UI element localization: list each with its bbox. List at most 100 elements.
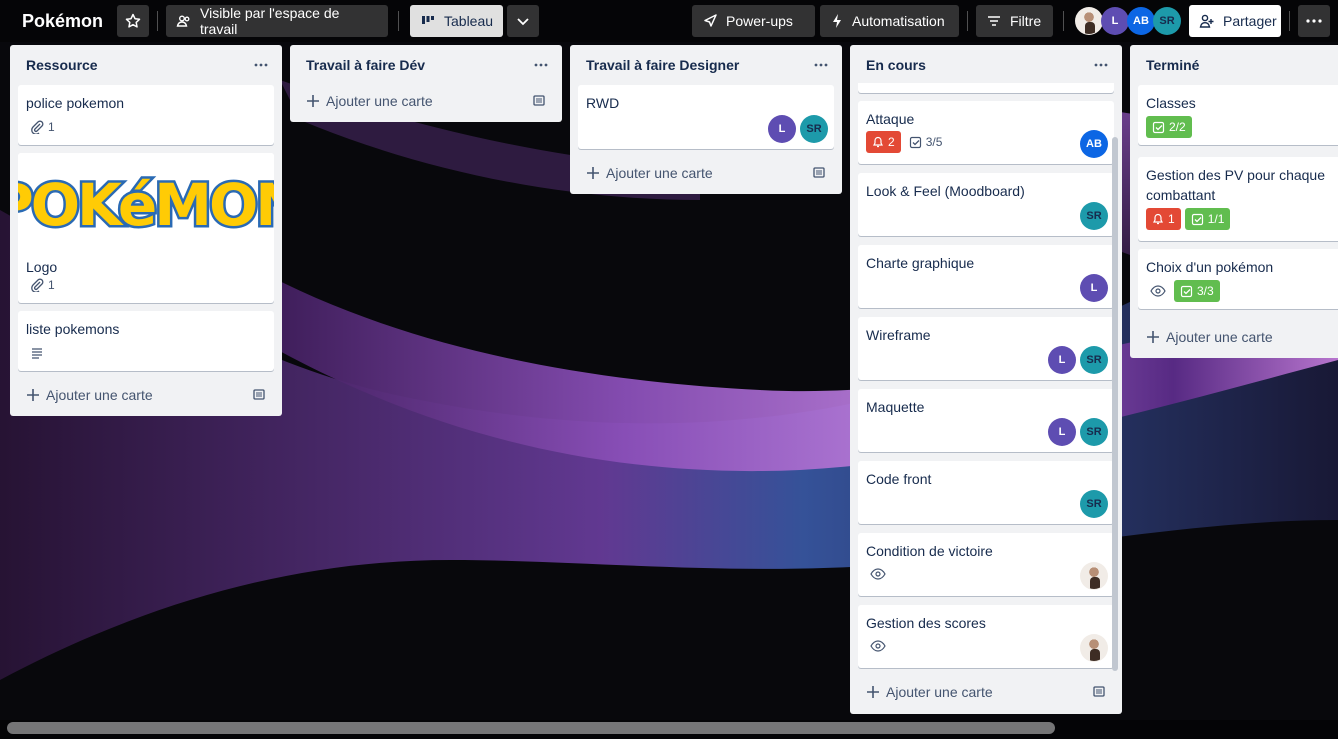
card[interactable]: Attaque 2 3/5 AB	[858, 101, 1114, 164]
list-travail-designer: Travail à faire Designer RWD L SR Ajoute…	[570, 45, 842, 194]
board-menu-button[interactable]	[1298, 5, 1330, 37]
share-button[interactable]: Partager	[1189, 5, 1281, 37]
add-card-button[interactable]: Ajouter une carte	[578, 159, 834, 187]
board-scrollbar-thumb[interactable]	[7, 722, 1055, 734]
list-menu-button[interactable]	[1092, 56, 1110, 74]
member-avatar-AB[interactable]: AB	[1127, 7, 1155, 35]
member-avatar-SR[interactable]: SR	[1080, 346, 1108, 374]
more-icon	[1094, 63, 1108, 67]
checklist-icon	[909, 136, 921, 148]
list-menu-button[interactable]	[252, 56, 270, 74]
card-members: L SR	[768, 115, 828, 143]
card-title: police pokemon	[26, 95, 125, 111]
add-card-label: Ajouter une carte	[326, 93, 433, 109]
member-avatar-SR[interactable]: SR	[1080, 202, 1108, 230]
card[interactable]: Look & Feel (Moodboard) SR	[858, 173, 1114, 236]
card-badges: 2 3/5	[866, 131, 946, 153]
card[interactable]: Code front SR	[858, 461, 1114, 524]
list-scrollbar[interactable]	[1112, 137, 1118, 671]
card[interactable]: Wireframe L SR	[858, 317, 1114, 380]
member-avatar-SR[interactable]: SR	[1080, 418, 1108, 446]
list-title[interactable]: Travail à faire Designer	[586, 57, 739, 73]
add-card-button[interactable]: Ajouter une carte	[298, 87, 554, 115]
member-avatar-photo[interactable]	[1080, 634, 1108, 662]
list-title[interactable]: En cours	[866, 57, 926, 73]
card[interactable]: Maquette L SR	[858, 389, 1114, 452]
member-avatar-photo[interactable]	[1075, 7, 1103, 35]
add-card-button[interactable]: Ajouter une carte	[18, 381, 274, 409]
list-title[interactable]: Ressource	[26, 57, 98, 73]
add-card-button[interactable]: Ajouter une carte	[1138, 323, 1338, 351]
view-label: Tableau	[444, 13, 494, 29]
power-ups-button[interactable]: Power-ups	[692, 5, 815, 37]
list-menu-button[interactable]	[812, 56, 830, 74]
member-avatar-L[interactable]: L	[1048, 418, 1076, 446]
create-from-template-button[interactable]	[532, 93, 546, 110]
plus-icon	[1147, 331, 1159, 343]
watching-badge	[1146, 280, 1170, 302]
filter-button[interactable]: Filtre	[976, 5, 1053, 37]
filter-icon	[986, 13, 1002, 29]
filter-label: Filtre	[1010, 13, 1042, 29]
member-avatar-photo[interactable]	[1080, 562, 1108, 590]
member-avatar-L[interactable]: L	[1048, 346, 1076, 374]
add-card-button[interactable]: Ajouter une carte	[858, 678, 1114, 706]
list-header: Travail à faire Designer	[570, 45, 842, 85]
member-avatar-SR[interactable]: SR	[1153, 7, 1181, 35]
checklist-count: 2/2	[1169, 120, 1186, 134]
star-button[interactable]	[117, 5, 149, 37]
list-menu-button[interactable]	[532, 56, 550, 74]
add-card-label: Ajouter une carte	[46, 387, 153, 403]
card[interactable]: police pokemon 1	[18, 85, 274, 145]
member-avatar-SR[interactable]: SR	[1080, 490, 1108, 518]
card-title: Gestion des PV pour chaque combattant	[1146, 167, 1326, 203]
attachment-badge: 1	[26, 274, 59, 296]
notification-badge: 2	[866, 131, 901, 153]
board-title[interactable]: Pokémon	[14, 4, 111, 38]
card[interactable]: RWD L SR	[578, 85, 834, 149]
member-avatar-L[interactable]: L	[1080, 274, 1108, 302]
header-divider	[1289, 11, 1290, 31]
card-members: SR	[1080, 202, 1108, 230]
view-switcher-button[interactable]	[507, 5, 539, 37]
member-avatar-AB[interactable]: AB	[1080, 130, 1108, 158]
create-from-template-button[interactable]	[1092, 684, 1106, 701]
card[interactable]: Classes 2/2	[1138, 85, 1338, 145]
template-icon	[813, 167, 825, 178]
eye-icon	[870, 640, 886, 652]
card[interactable]: Charte graphique L	[858, 245, 1114, 308]
list-title[interactable]: Travail à faire Dév	[306, 57, 425, 73]
card-partial[interactable]	[858, 83, 1114, 93]
create-from-template-button[interactable]	[252, 387, 266, 404]
view-board-button[interactable]: Tableau	[410, 5, 503, 37]
card[interactable]: Gestion des PV pour chaque combattant 1 …	[1138, 157, 1338, 241]
card[interactable]: liste pokemons	[18, 311, 274, 371]
create-from-template-button[interactable]	[812, 165, 826, 182]
svg-text:POKéMON: POKéMON	[18, 171, 274, 239]
list-ressource: Ressource police pokemon 1 POKéMON Logo …	[10, 45, 282, 416]
header-divider	[157, 11, 158, 31]
card[interactable]: Choix d'un pokémon 3/3	[1138, 249, 1338, 309]
card-members: L SR	[1048, 418, 1108, 446]
member-avatar-L[interactable]: L	[768, 115, 796, 143]
plus-icon	[587, 167, 599, 179]
list-header: En cours	[850, 45, 1122, 85]
bell-icon	[1153, 213, 1163, 225]
card[interactable]: Gestion des scores	[858, 605, 1114, 668]
list-en-cours: En cours Attaque 2 3/5 AB Look & Feel (M…	[850, 45, 1122, 714]
member-avatar-L[interactable]: L	[1101, 7, 1129, 35]
card-title: Choix d'un pokémon	[1146, 259, 1274, 275]
automation-button[interactable]: Automatisation	[820, 5, 959, 37]
checklist-icon	[1152, 121, 1165, 133]
add-card-label: Ajouter une carte	[886, 684, 993, 700]
card-title: Logo	[26, 259, 58, 275]
add-member-icon	[1199, 13, 1215, 29]
card[interactable]: POKéMON Logo 1	[18, 153, 274, 303]
card-badges: 1	[26, 274, 59, 296]
visibility-button[interactable]: Visible par l'espace de travail	[166, 5, 388, 37]
card[interactable]: Condition de victoire	[858, 533, 1114, 596]
list-title[interactable]: Terminé	[1146, 57, 1199, 73]
member-avatar-SR[interactable]: SR	[800, 115, 828, 143]
list-header: Travail à faire Dév	[290, 45, 562, 85]
add-card-label: Ajouter une carte	[1166, 329, 1273, 345]
